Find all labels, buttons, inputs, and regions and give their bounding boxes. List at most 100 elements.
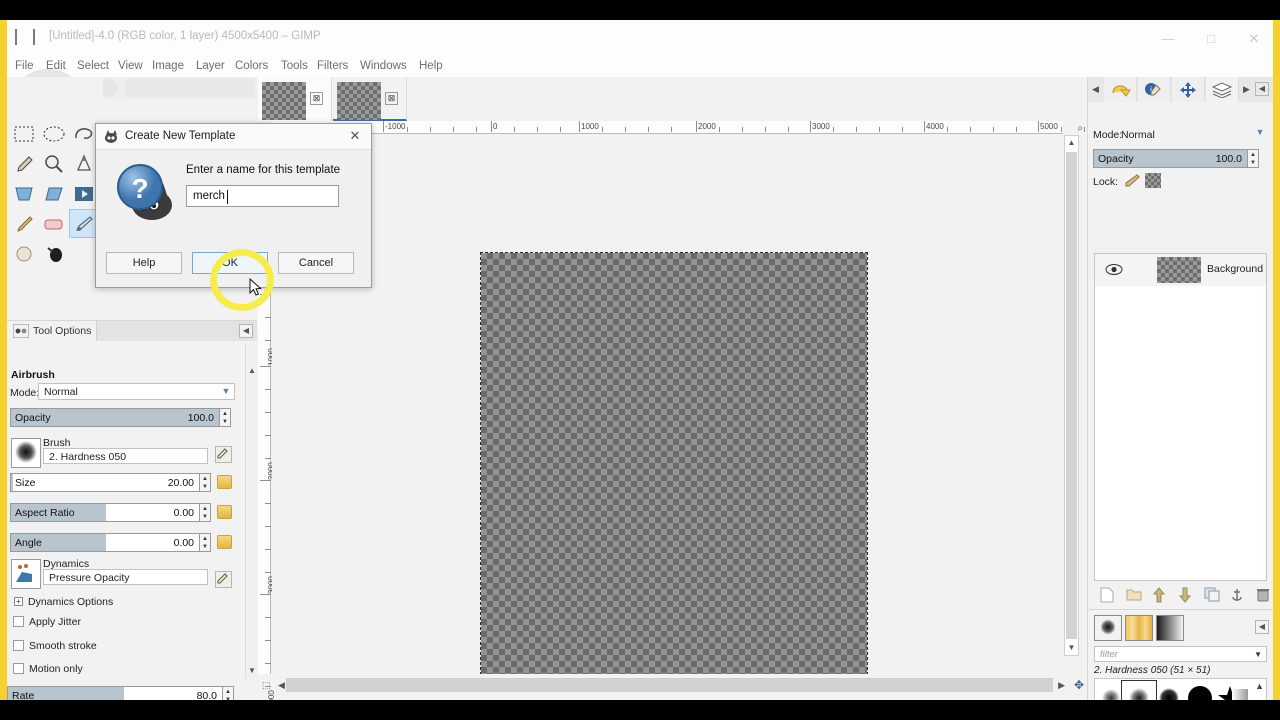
new-layer-icon[interactable] [1100, 587, 1120, 607]
aspect-ratio-slider[interactable]: Aspect Ratio 0.00 [10, 503, 200, 522]
scroll-down-icon[interactable]: ▼ [1065, 641, 1078, 655]
layer-row-background[interactable]: Background [1095, 254, 1266, 286]
image-tab-2[interactable]: ⊠ [333, 77, 407, 121]
raise-layer-icon[interactable] [1152, 587, 1172, 607]
smooth-stroke-checkbox[interactable] [13, 640, 24, 651]
eye-visibility-icon[interactable] [1105, 263, 1123, 276]
color-picker-tool[interactable] [9, 149, 39, 178]
mode-select[interactable]: Normal ▼ [38, 383, 235, 400]
tool-options-scrollbar[interactable]: ▲ ▼ [245, 343, 257, 679]
scroll-up-icon[interactable]: ▲ [1065, 136, 1078, 150]
tab-pointer[interactable] [1172, 77, 1205, 102]
maximize-button[interactable]: □ [1190, 28, 1232, 50]
dock-menu-icon[interactable]: ◀ [1255, 620, 1269, 634]
layer-mode-select[interactable]: ▼ [1248, 125, 1268, 142]
menu-view[interactable]: View [114, 58, 147, 74]
size-slider[interactable]: Size 20.00 [10, 473, 200, 492]
brush-preview[interactable] [11, 438, 41, 468]
ellipse-select-tool[interactable] [39, 119, 69, 148]
menu-windows[interactable]: Windows [356, 58, 411, 74]
perspective-tool[interactable] [9, 179, 39, 208]
navigate-icon[interactable]: ✥ [1074, 678, 1084, 692]
menu-select[interactable]: Select [73, 58, 113, 74]
vertical-scroll-thumb[interactable] [1066, 152, 1077, 639]
template-name-input[interactable]: merch [186, 185, 339, 207]
menu-tools[interactable]: Tools [277, 58, 312, 74]
tab-layers[interactable] [1206, 77, 1239, 102]
eraser-tool[interactable] [39, 209, 69, 238]
brushes-tab[interactable] [1094, 615, 1122, 641]
minimize-button[interactable]: — [1147, 28, 1189, 50]
rate-slider[interactable]: Rate 80.0 [7, 686, 223, 700]
cancel-button[interactable]: Cancel [278, 252, 354, 274]
canvas-vertical-scrollbar[interactable]: ▲ ▼ [1064, 135, 1079, 656]
tabstrip-right-arrow-icon[interactable]: ▶ [1243, 84, 1250, 95]
opacity-stepper[interactable]: ▲ ▼ [220, 408, 231, 427]
image-tab-1[interactable]: ⊠ [258, 77, 332, 121]
horizontal-ruler[interactable]: -1000 0 1000 2000 3000 4000 5000 6000 [271, 121, 1172, 134]
angle-stepper[interactable]: ▲ ▼ [200, 533, 211, 552]
anchor-layer-icon[interactable] [1230, 587, 1250, 607]
zoom-image-icon[interactable]: ⌕ [1077, 123, 1083, 134]
layer-list[interactable]: Background [1094, 253, 1267, 581]
brush-grid[interactable]: ▲ ▼ [1094, 678, 1267, 700]
menu-filters[interactable]: Filters [313, 58, 352, 74]
menu-layer[interactable]: Layer [192, 58, 229, 74]
dock-menu-icon[interactable]: ◀ [239, 324, 253, 338]
reset-aspect-icon[interactable] [217, 505, 232, 519]
tab-images[interactable]: i [1138, 77, 1171, 102]
brush-select[interactable]: 2. Hardness 050 [43, 448, 208, 464]
layer-opacity-stepper[interactable]: ▲ ▼ [1248, 149, 1259, 168]
lock-alpha-icon[interactable] [1145, 173, 1161, 188]
tabstrip-left-arrow-icon[interactable]: ◀ [1092, 84, 1099, 95]
shear-tool[interactable] [39, 179, 69, 208]
scroll-left-icon[interactable]: ◀ [278, 680, 285, 691]
menu-colors[interactable]: Colors [231, 58, 272, 74]
close-icon[interactable]: ⊠ [385, 92, 398, 105]
zoom-tool[interactable] [39, 149, 69, 178]
motion-only-checkbox[interactable] [13, 663, 24, 674]
new-group-icon[interactable] [1126, 587, 1146, 607]
brush-square-preview[interactable] [1232, 689, 1248, 700]
menu-image[interactable]: Image [148, 58, 188, 74]
dynamics-options-label[interactable]: Dynamics Options [28, 596, 113, 608]
lock-pixels-icon[interactable] [1124, 173, 1141, 191]
dynamics-select[interactable]: Pressure Opacity [43, 569, 208, 585]
help-button[interactable]: Help [106, 252, 182, 274]
lower-layer-icon[interactable] [1178, 587, 1198, 607]
patterns-tab[interactable] [1125, 615, 1153, 641]
close-icon[interactable]: ⊠ [310, 92, 323, 105]
edit-dynamics-icon[interactable] [215, 571, 232, 588]
size-stepper[interactable]: ▲ ▼ [200, 473, 211, 492]
gradients-tab[interactable] [1156, 615, 1184, 641]
quickmask-icon[interactable]: ⬚ [262, 680, 271, 691]
dodge-burn-tool[interactable] [39, 239, 69, 268]
duplicate-layer-icon[interactable] [1204, 587, 1224, 607]
reset-angle-icon[interactable] [217, 535, 232, 549]
image-canvas[interactable] [480, 252, 868, 674]
brush-filter-input[interactable]: filter ▼ [1094, 646, 1267, 662]
reset-size-icon[interactable] [217, 475, 232, 489]
close-button[interactable]: ✕ [1233, 28, 1273, 50]
rect-select-tool[interactable] [9, 119, 39, 148]
rate-stepper[interactable]: ▲ ▼ [223, 686, 234, 700]
layer-opacity-slider[interactable]: Opacity 100.0 [1093, 149, 1248, 168]
scroll-right-icon[interactable]: ▶ [1058, 680, 1065, 691]
scroll-down-icon[interactable]: ▼ [247, 665, 257, 677]
scroll-up-icon[interactable]: ▲ [247, 365, 257, 377]
apply-jitter-checkbox[interactable] [13, 616, 24, 627]
menu-help[interactable]: Help [415, 58, 447, 74]
tab-undo-history[interactable] [1104, 77, 1137, 102]
edit-brush-icon[interactable] [215, 446, 232, 463]
canvas-horizontal-scrollbar[interactable] [286, 678, 1053, 692]
smudge-tool[interactable] [9, 239, 39, 268]
scroll-up-icon[interactable]: ▲ [1255, 681, 1264, 691]
angle-slider[interactable]: Angle 0.00 [10, 533, 200, 552]
aspect-stepper[interactable]: ▲ ▼ [200, 503, 211, 522]
canvas-viewport[interactable] [272, 135, 1063, 674]
opacity-slider[interactable]: Opacity 100.0 [10, 408, 220, 427]
dialog-close-icon[interactable]: ✕ [347, 128, 363, 144]
dynamics-preview[interactable] [11, 559, 41, 589]
tab-tool-options[interactable]: Tool Options [7, 321, 97, 341]
delete-layer-icon[interactable] [1256, 587, 1273, 607]
